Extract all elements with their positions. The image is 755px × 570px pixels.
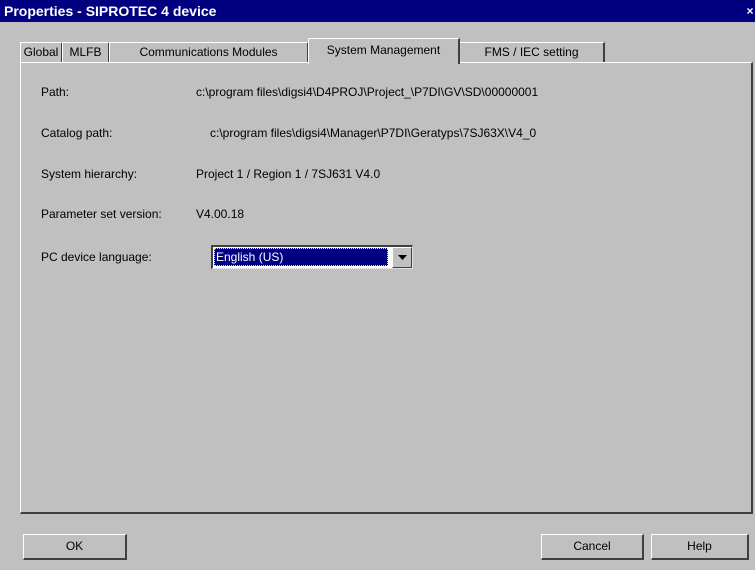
title-bar: Properties - SIPROTEC 4 device × (0, 0, 755, 22)
parameter-set-version-value: V4.00.18 (196, 207, 245, 221)
pc-device-language-select[interactable]: English (US) (211, 245, 413, 269)
pc-device-language-label: PC device language: (41, 250, 152, 264)
ok-button-label: OK (65, 539, 84, 553)
cancel-button[interactable]: Cancel (541, 534, 644, 560)
help-button-label: Help (687, 539, 712, 553)
catalog-path-label: Catalog path: (41, 126, 113, 140)
chevron-down-icon[interactable] (392, 247, 412, 268)
tab-global[interactable]: Global (20, 42, 63, 62)
tab-communications-modules[interactable]: Communications Modules (109, 42, 309, 62)
tab-system-management[interactable]: System Management (308, 38, 460, 64)
help-button[interactable]: Help (651, 534, 749, 560)
tab-label: MLFB (69, 45, 102, 59)
path-value: c:\program files\digsi4\D4PROJ\Project_\… (196, 85, 539, 99)
tab-label: Global (23, 45, 59, 59)
tab-label: FMS / IEC setting (484, 45, 579, 59)
path-label: Path: (41, 85, 70, 99)
parameter-set-version-label: Parameter set version: (41, 207, 162, 221)
properties-dialog: Properties - SIPROTEC 4 device × Global … (0, 0, 755, 570)
cancel-button-label: Cancel (573, 539, 611, 553)
tab-label: Communications Modules (139, 45, 278, 59)
window-title: Properties - SIPROTEC 4 device (4, 3, 217, 19)
tab-fms-iec-setting[interactable]: FMS / IEC setting (459, 42, 605, 62)
tab-mlfb[interactable]: MLFB (62, 42, 110, 62)
close-icon[interactable]: × (745, 5, 755, 17)
system-hierarchy-label: System hierarchy: (41, 167, 138, 181)
chevron-down-glyph (398, 255, 407, 260)
ok-button[interactable]: OK (23, 534, 127, 560)
tab-label: System Management (326, 43, 441, 57)
pc-device-language-value[interactable]: English (US) (214, 248, 388, 266)
system-hierarchy-value: Project 1 / Region 1 / 7SJ631 V4.0 (196, 167, 381, 181)
catalog-path-value: c:\program files\digsi4\Manager\P7DI\Ger… (210, 126, 537, 140)
